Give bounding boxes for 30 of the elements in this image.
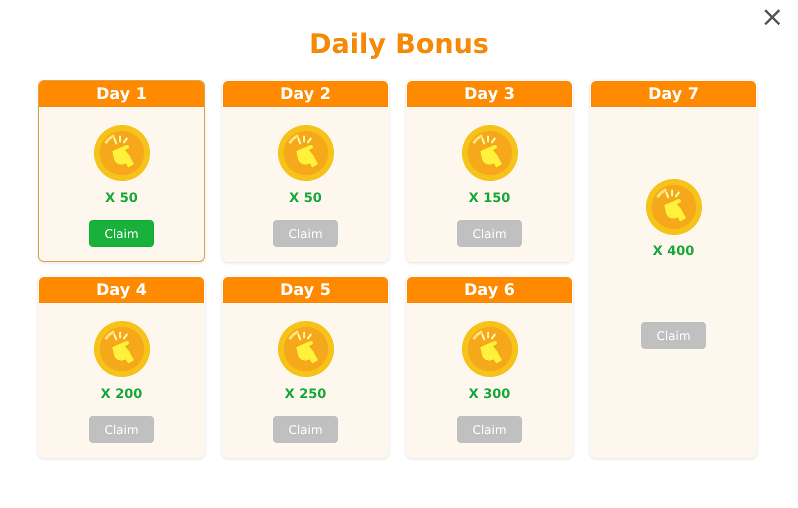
coin-icon (92, 320, 150, 378)
claim-button[interactable]: Claim (457, 220, 522, 247)
reward-amount: X 250 (284, 387, 326, 403)
dialog-title: Daily Bonus (309, 28, 489, 62)
reward-amount: X 50 (105, 191, 138, 207)
day-label: Day 3 (407, 81, 572, 107)
coin-icon (644, 178, 702, 236)
day-label: Day 1 (39, 81, 204, 107)
reward-amount: X 50 (289, 191, 322, 207)
reward-amount: X 300 (468, 387, 510, 403)
day-label: Day 6 (407, 277, 572, 303)
day-label: Day 5 (223, 277, 388, 303)
claim-button[interactable]: Claim (273, 220, 338, 247)
claim-button[interactable]: Claim (89, 220, 154, 247)
claim-button[interactable]: Claim (273, 416, 338, 443)
claim-button[interactable]: Claim (457, 416, 522, 443)
reward-amount: X 150 (468, 191, 510, 207)
coin-icon (460, 320, 518, 378)
coin-icon (276, 320, 334, 378)
reward-amount: X 200 (100, 387, 142, 403)
day-label: Day 4 (39, 277, 204, 303)
coin-icon (460, 124, 518, 182)
reward-amount: X 400 (652, 244, 694, 260)
coin-icon (276, 124, 334, 182)
day-label: Day 2 (223, 81, 388, 107)
claim-button[interactable]: Claim (89, 416, 154, 443)
claim-button[interactable]: Claim (641, 322, 706, 349)
coin-icon (92, 124, 150, 182)
day-label: Day 7 (591, 81, 756, 107)
close-button[interactable]: × (756, 2, 788, 32)
